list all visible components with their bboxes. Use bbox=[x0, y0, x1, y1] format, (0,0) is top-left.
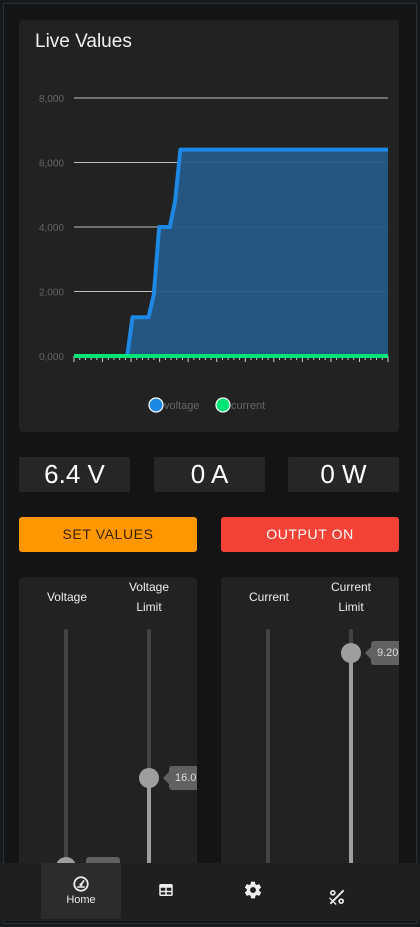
nav-home-label: Home bbox=[66, 894, 96, 906]
output-on-button[interactable]: OUTPUT ON bbox=[221, 517, 399, 552]
gauge-icon bbox=[73, 876, 89, 892]
voltage-slider-panel: Voltage Voltage Limit 16.0 bbox=[19, 577, 197, 877]
power-readout: 0 W bbox=[288, 457, 399, 492]
y-tick-label: 4,000 bbox=[39, 223, 64, 234]
voltage-readout: 6.4 V bbox=[19, 457, 130, 492]
set-values-button[interactable]: SET VALUES bbox=[19, 517, 197, 552]
current-legend-marker bbox=[215, 397, 231, 413]
live-values-chart: 8,000 6,000 4,000 2,000 0,000 voltage current bbox=[39, 94, 389, 413]
y-tick-label: 2,000 bbox=[39, 288, 64, 299]
nav-table[interactable] bbox=[126, 863, 206, 919]
gear-icon bbox=[244, 881, 262, 899]
voltage-legend-marker bbox=[148, 397, 164, 413]
current-limit-label: Current Limit bbox=[311, 577, 391, 617]
y-tick-label: 6,000 bbox=[39, 159, 64, 170]
table-icon bbox=[159, 884, 173, 896]
voltage-limit-tooltip: 16.0 bbox=[163, 766, 197, 790]
current-limit-fill bbox=[349, 653, 353, 877]
y-tick-label: 0,000 bbox=[39, 352, 64, 363]
current-slider-track[interactable] bbox=[266, 629, 270, 877]
percent-slash-icon bbox=[329, 889, 345, 905]
nav-calibration[interactable] bbox=[297, 863, 377, 919]
voltage-slider-track[interactable] bbox=[64, 629, 68, 877]
current-slider-label: Current bbox=[248, 590, 289, 604]
live-values-card: Live Values 8,000 6,000 4,000 2,000 0,000 vol… bbox=[19, 20, 399, 432]
nav-settings[interactable] bbox=[213, 863, 293, 919]
current-limit-thumb[interactable] bbox=[341, 643, 361, 663]
current-legend-label: current bbox=[231, 400, 265, 412]
nav-home[interactable]: Home bbox=[41, 863, 121, 919]
current-slider-panel: Current Current Limit 9.20 bbox=[221, 577, 399, 877]
voltage-slider-label: Voltage bbox=[46, 590, 88, 604]
current-readout: 0 A bbox=[154, 457, 265, 492]
current-limit-tooltip: 9.20 bbox=[365, 641, 399, 665]
voltage-limit-label-line2: Limit bbox=[136, 600, 162, 614]
current-limit-label-line2: Limit bbox=[338, 600, 364, 614]
voltage-limit-label-line1: Voltage bbox=[128, 580, 170, 594]
bottom-nav: Home bbox=[0, 863, 420, 921]
voltage-limit-thumb[interactable] bbox=[139, 768, 159, 788]
voltage-limit-label: Voltage Limit bbox=[109, 577, 189, 617]
voltage-legend-label: voltage bbox=[164, 400, 199, 412]
voltage-area bbox=[74, 149, 388, 356]
current-limit-label-line1: Current bbox=[330, 580, 371, 594]
y-tick-label: 8,000 bbox=[39, 94, 64, 105]
